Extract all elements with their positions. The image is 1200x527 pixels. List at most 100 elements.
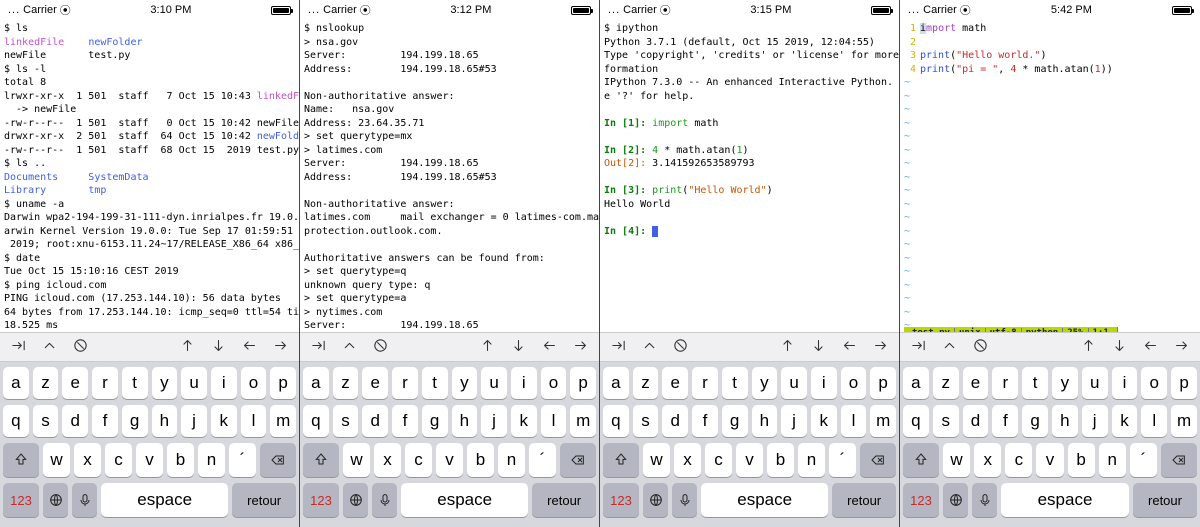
key-t[interactable]: t [122, 367, 148, 399]
escape-icon[interactable] [72, 337, 89, 357]
key-s[interactable]: s [333, 405, 359, 437]
backspace-key[interactable] [260, 443, 296, 477]
key-p[interactable]: p [870, 367, 896, 399]
arrow-left-icon[interactable] [841, 337, 858, 357]
key-u[interactable]: u [1082, 367, 1108, 399]
key-v[interactable]: v [436, 443, 463, 477]
tab-icon[interactable] [610, 337, 627, 357]
key-a[interactable]: a [603, 367, 629, 399]
key-w[interactable]: w [943, 443, 970, 477]
key-l[interactable]: l [541, 405, 567, 437]
key-t[interactable]: t [722, 367, 748, 399]
terminal-output[interactable]: $ nslookup> nsa.govServer: 194.199.18.65… [300, 18, 599, 332]
key-g[interactable]: g [422, 405, 448, 437]
key-n[interactable]: n [798, 443, 825, 477]
key-a[interactable]: a [903, 367, 929, 399]
terminal-output[interactable]: 1import math23print("Hello world.")4prin… [900, 18, 1200, 332]
key-z[interactable]: z [633, 367, 659, 399]
key-x[interactable]: x [974, 443, 1001, 477]
backspace-key[interactable] [560, 443, 596, 477]
key-z[interactable]: z [333, 367, 359, 399]
arrow-left-icon[interactable] [1142, 337, 1159, 357]
arrow-right-icon[interactable] [872, 337, 889, 357]
arrow-left-icon[interactable] [541, 337, 558, 357]
globe-key[interactable] [343, 483, 368, 517]
key-f[interactable]: f [992, 405, 1018, 437]
control-icon[interactable] [41, 337, 58, 357]
key-w[interactable]: w [643, 443, 670, 477]
key-c[interactable]: c [705, 443, 732, 477]
escape-icon[interactable] [972, 337, 989, 357]
key-m[interactable]: m [870, 405, 896, 437]
key-t[interactable]: t [1022, 367, 1048, 399]
key-c[interactable]: c [405, 443, 432, 477]
arrow-down-icon[interactable] [1111, 337, 1128, 357]
key-c[interactable]: c [105, 443, 132, 477]
numbers-key[interactable]: 123 [3, 483, 39, 517]
arrow-up-icon[interactable] [179, 337, 196, 357]
control-icon[interactable] [941, 337, 958, 357]
key-r[interactable]: r [992, 367, 1018, 399]
key-s[interactable]: s [633, 405, 659, 437]
key-y[interactable]: y [1052, 367, 1078, 399]
key-h[interactable]: h [452, 405, 478, 437]
key-h[interactable]: h [752, 405, 778, 437]
key-j[interactable]: j [481, 405, 507, 437]
control-icon[interactable] [641, 337, 658, 357]
key-p[interactable]: p [270, 367, 296, 399]
key-a[interactable]: a [303, 367, 329, 399]
key-o[interactable]: o [541, 367, 567, 399]
key-d[interactable]: d [662, 405, 688, 437]
tab-icon[interactable] [910, 337, 927, 357]
key-u[interactable]: u [481, 367, 507, 399]
numbers-key[interactable]: 123 [903, 483, 939, 517]
key-s[interactable]: s [33, 405, 59, 437]
globe-key[interactable] [43, 483, 68, 517]
mic-key[interactable] [372, 483, 397, 517]
key-k[interactable]: k [811, 405, 837, 437]
key-i[interactable]: i [211, 367, 237, 399]
key-e[interactable]: e [62, 367, 88, 399]
key-m[interactable]: m [1171, 405, 1197, 437]
key-g[interactable]: g [722, 405, 748, 437]
key-m[interactable]: m [270, 405, 296, 437]
escape-icon[interactable] [672, 337, 689, 357]
key-´[interactable]: ´ [229, 443, 256, 477]
key-y[interactable]: y [752, 367, 778, 399]
key-x[interactable]: x [674, 443, 701, 477]
key-´[interactable]: ´ [829, 443, 856, 477]
backspace-key[interactable] [1161, 443, 1197, 477]
return-key[interactable]: retour [832, 483, 896, 517]
key-b[interactable]: b [467, 443, 494, 477]
mic-key[interactable] [72, 483, 97, 517]
arrow-left-icon[interactable] [241, 337, 258, 357]
key-´[interactable]: ´ [529, 443, 556, 477]
mic-key[interactable] [972, 483, 997, 517]
shift-key[interactable] [303, 443, 339, 477]
spacebar[interactable]: espace [701, 483, 828, 517]
arrow-right-icon[interactable] [1173, 337, 1190, 357]
key-j[interactable]: j [781, 405, 807, 437]
key-q[interactable]: q [303, 405, 329, 437]
numbers-key[interactable]: 123 [303, 483, 339, 517]
key-u[interactable]: u [181, 367, 207, 399]
key-v[interactable]: v [136, 443, 163, 477]
key-k[interactable]: k [511, 405, 537, 437]
key-l[interactable]: l [241, 405, 267, 437]
return-key[interactable]: retour [532, 483, 596, 517]
key-d[interactable]: d [62, 405, 88, 437]
arrow-right-icon[interactable] [572, 337, 589, 357]
key-n[interactable]: n [498, 443, 525, 477]
key-z[interactable]: z [33, 367, 59, 399]
key-w[interactable]: w [43, 443, 70, 477]
return-key[interactable]: retour [232, 483, 296, 517]
arrow-right-icon[interactable] [272, 337, 289, 357]
key-r[interactable]: r [92, 367, 118, 399]
terminal-output[interactable]: $ lslinkedFile newFoldernewFile test.py$… [0, 18, 299, 332]
key-y[interactable]: y [152, 367, 178, 399]
key-z[interactable]: z [933, 367, 959, 399]
spacebar[interactable]: espace [101, 483, 228, 517]
key-p[interactable]: p [570, 367, 596, 399]
key-b[interactable]: b [167, 443, 194, 477]
key-o[interactable]: o [241, 367, 267, 399]
